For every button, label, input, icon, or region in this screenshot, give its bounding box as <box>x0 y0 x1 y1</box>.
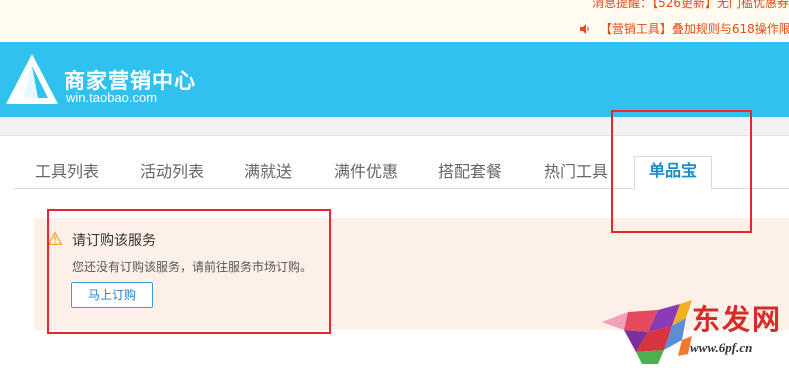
tab-activity-list[interactable]: 活动列表 <box>140 158 204 188</box>
notice-text[interactable]: 【营销工具】叠加规则与618操作限 <box>600 22 789 36</box>
notice-bar: 消息提醒：【526更新】无门槛优惠券 【营销工具】叠加规则与618操作限 <box>0 0 789 42</box>
header: 商家营销中心 win.taobao.com <box>0 42 789 117</box>
tab-popular-tools[interactable]: 热门工具 <box>544 158 608 188</box>
brand-logo-icon[interactable] <box>4 52 60 108</box>
notice-item[interactable]: 消息提醒：【526更新】无门槛优惠券 <box>592 0 789 11</box>
annotation-box-alert <box>47 209 331 334</box>
annotation-box-tab <box>611 110 752 233</box>
site-watermark: 东发网 www.6pf.cn <box>598 296 789 368</box>
brand-url: win.taobao.com <box>66 90 158 105</box>
watermark-url: www.6pf.cn <box>690 340 753 355</box>
speaker-icon <box>580 24 589 34</box>
bull-logo-icon <box>602 300 692 364</box>
tab-full-gift[interactable]: 满就送 <box>244 158 292 188</box>
tab-tool-list[interactable]: 工具列表 <box>35 158 99 188</box>
tab-multi-item-discount[interactable]: 满件优惠 <box>334 158 398 188</box>
watermark-title: 东发网 <box>692 303 783 336</box>
notice-item[interactable]: 【营销工具】叠加规则与618操作限 <box>580 20 789 37</box>
tab-bundle-package[interactable]: 搭配套餐 <box>438 158 502 188</box>
notice-text[interactable]: 消息提醒：【526更新】无门槛优惠券 <box>592 0 789 10</box>
